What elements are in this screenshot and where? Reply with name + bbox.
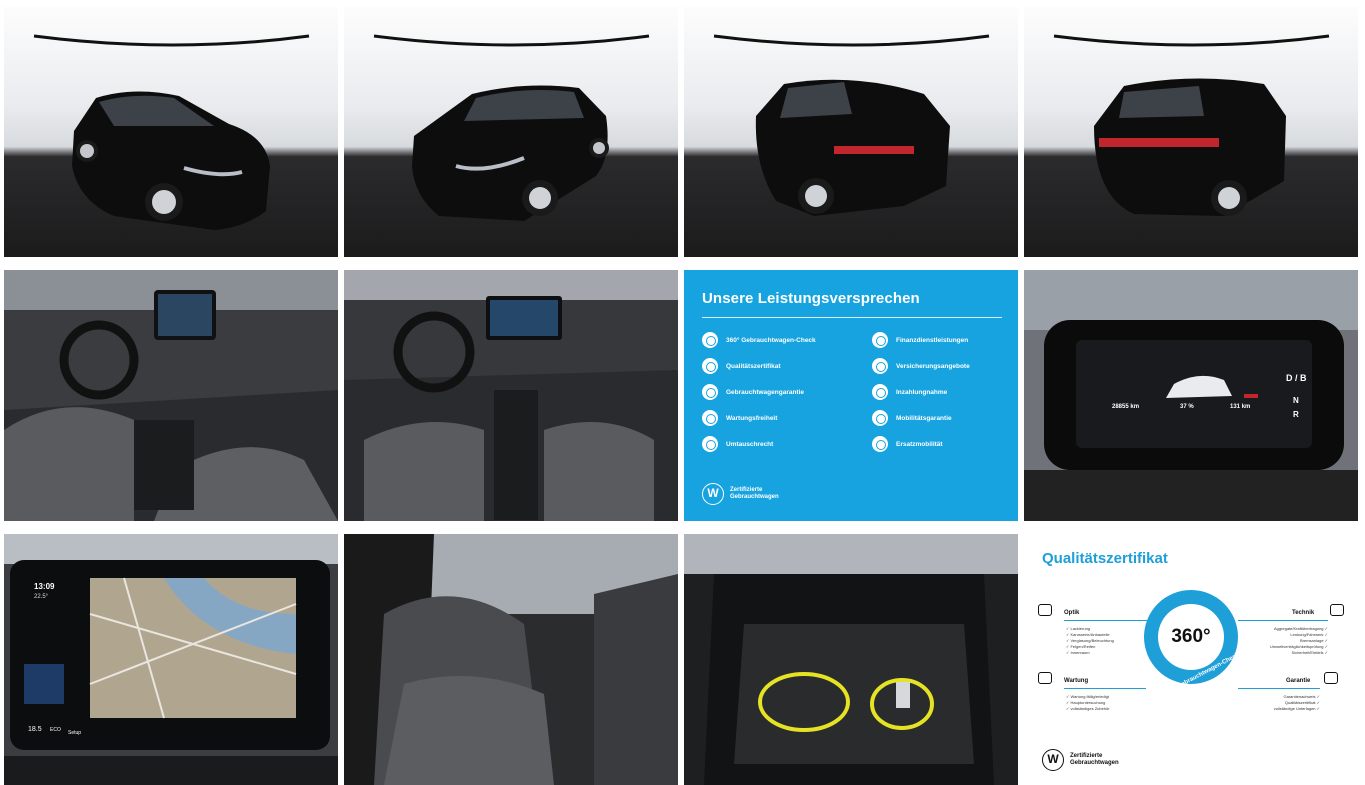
gear-indicator-r: R xyxy=(1293,410,1299,419)
photo-gallery: Unsere Leistungsversprechen 360° Gebrauc… xyxy=(4,6,1358,785)
gallery-tile-exterior-front-right[interactable] xyxy=(344,6,678,257)
gallery-tile-trunk-cables[interactable] xyxy=(684,534,1018,785)
wartung-list: ✓ Wartung fällig/erledigt ✓ Hauptuntersu… xyxy=(1066,694,1110,711)
check-badge: 360° Gebrauchtwagen-Check xyxy=(1144,590,1240,690)
promise-item: Umtauschrecht xyxy=(702,436,872,452)
gallery-tile-certificate-card[interactable]: Qualitätszertifikat Optik ✓ Lackierung ✓… xyxy=(1024,534,1358,785)
gallery-tile-instrument-display[interactable]: 28855 km 37 % 131 km D / B N R xyxy=(1024,270,1358,521)
optik-label: Optik xyxy=(1064,610,1080,616)
promise-divider xyxy=(702,317,1002,318)
wartung-divider xyxy=(1064,688,1146,689)
odometer-readout: 28855 km xyxy=(1112,404,1140,410)
battery-readout: 37 % xyxy=(1180,404,1194,410)
promise-item: Mobilitätsgarantie xyxy=(872,410,1012,426)
gallery-tile-interior-dashboard-driver[interactable] xyxy=(4,270,338,521)
promise-item: Ersatzmobilität xyxy=(872,436,1012,452)
car-front-left-image xyxy=(33,34,310,230)
trunk-cables-image xyxy=(684,534,1018,785)
car-rear-right-image xyxy=(1053,34,1330,216)
promise-item: Versicherungsangebote xyxy=(872,358,1012,374)
exchange-icon xyxy=(702,436,718,452)
garantie-list: Garantienachweis ✓ Qualitätszertifikat ✓… xyxy=(1273,694,1320,711)
car-rear-left-image xyxy=(713,34,990,216)
brand-text: Zertifizierte Gebrauchtwagen xyxy=(1070,753,1119,766)
gallery-tile-exterior-rear-left[interactable] xyxy=(684,6,1018,257)
trade-in-icon xyxy=(872,384,888,400)
garantie-label: Garantie xyxy=(1286,678,1311,684)
gallery-tile-infotainment-map[interactable]: 13:09 22.5° 18.5 ECO Setup xyxy=(4,534,338,785)
wrench-icon xyxy=(702,410,718,426)
gallery-tile-rear-seats[interactable] xyxy=(344,534,678,785)
promise-item: 360° Gebrauchtwagen-Check xyxy=(702,332,872,348)
promise-item: Wartungsfreiheit xyxy=(702,410,872,426)
promise-list: 360° Gebrauchtwagen-Check Finanzdienstle… xyxy=(702,332,1002,452)
badge-value: 360° xyxy=(1158,604,1224,670)
vw-logo-icon xyxy=(1042,749,1064,771)
optics-car-icon xyxy=(1038,604,1052,616)
technik-divider xyxy=(1238,620,1328,621)
promise-item: Gebrauchtwagengarantie xyxy=(702,384,872,400)
infotainment-map-image xyxy=(4,534,338,785)
optik-divider xyxy=(1064,620,1154,621)
finance-icon xyxy=(872,332,888,348)
wartung-icon xyxy=(1038,672,1052,684)
shield-icon xyxy=(702,384,718,400)
wartung-label: Wartung xyxy=(1064,678,1089,684)
gallery-tile-interior-cockpit[interactable] xyxy=(344,270,678,521)
setup-button[interactable]: Setup xyxy=(68,730,81,736)
mobility-icon xyxy=(872,410,888,426)
garantie-divider xyxy=(1238,688,1320,689)
car-front-right-image xyxy=(373,34,650,221)
range-readout: 131 km xyxy=(1230,404,1251,410)
gallery-tile-promise-card[interactable]: Unsere Leistungsversprechen 360° Gebrauc… xyxy=(684,270,1018,521)
technik-label: Technik xyxy=(1292,610,1315,616)
technik-list: Aggregate/Kraftübertragung ✓ Lenkung/Fah… xyxy=(1269,626,1328,655)
promise-item: Finanzdienstleistungen xyxy=(872,332,1012,348)
promise-item: Inzahlungnahme xyxy=(872,384,1012,400)
interior-dashboard-image xyxy=(4,270,338,521)
promise-title: Unsere Leistungsversprechen xyxy=(702,290,920,307)
cabin-temp-readout: 18.5 xyxy=(28,726,42,733)
optik-list: ✓ Lackierung ✓ Karosserie/Anbauteile ✓ V… xyxy=(1066,626,1114,655)
rear-seats-image xyxy=(344,534,678,785)
certificate-icon xyxy=(702,358,718,374)
gallery-tile-exterior-front-left[interactable] xyxy=(4,6,338,257)
gallery-tile-exterior-rear-right[interactable] xyxy=(1024,6,1358,257)
car-icon xyxy=(872,436,888,452)
promise-item: Qualitätszertifikat xyxy=(702,358,872,374)
clock-readout: 13:09 xyxy=(34,582,55,591)
outside-temp-readout: 22.5° xyxy=(34,594,49,600)
vw-brand: Zertifizierte Gebrauchtwagen xyxy=(1042,749,1119,771)
vw-brand: Zertifizierte Gebrauchtwagen xyxy=(702,483,779,505)
eco-button[interactable]: ECO xyxy=(50,727,61,733)
gear-indicator-n: N xyxy=(1293,396,1299,405)
vw-logo-icon xyxy=(702,483,724,505)
brand-text: Zertifizierte Gebrauchtwagen xyxy=(730,487,779,500)
technik-icon xyxy=(1330,604,1344,616)
interior-cockpit-image xyxy=(344,270,678,521)
check-circle-icon xyxy=(702,332,718,348)
instrument-display-image xyxy=(1024,270,1358,521)
insurance-icon xyxy=(872,358,888,374)
gear-indicator-db: D / B xyxy=(1286,373,1307,383)
garantie-shield-icon xyxy=(1324,672,1338,684)
certificate-title: Qualitätszertifikat xyxy=(1042,550,1168,567)
